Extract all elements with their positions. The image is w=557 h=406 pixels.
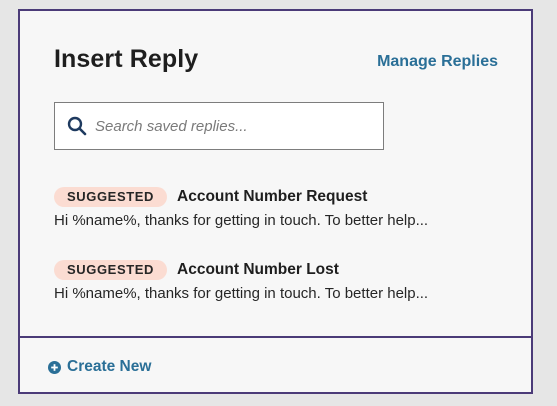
create-new-button[interactable]: Create New: [48, 358, 151, 376]
search-icon: [65, 114, 89, 138]
reply-header: SUGGESTED Account Number Lost: [54, 260, 428, 280]
search-box[interactable]: [54, 102, 384, 150]
panel-footer: Create New: [20, 336, 531, 392]
manage-replies-link[interactable]: Manage Replies: [377, 53, 498, 71]
search-input[interactable]: [95, 117, 365, 135]
reply-header: SUGGESTED Account Number Request: [54, 187, 428, 207]
reply-preview: Hi %name%, thanks for getting in touch. …: [54, 212, 429, 229]
plus-circle-icon: [48, 360, 61, 374]
reply-item-account-number-request[interactable]: SUGGESTED Account Number Request Hi %nam…: [54, 187, 428, 229]
create-new-label: Create New: [67, 358, 152, 375]
panel-title: Insert Reply: [54, 45, 199, 73]
reply-title: Account Number Lost: [177, 261, 339, 278]
suggested-badge: SUGGESTED: [54, 260, 168, 280]
reply-item-account-number-lost[interactable]: SUGGESTED Account Number Lost Hi %name%,…: [54, 260, 428, 302]
reply-title: Account Number Request: [177, 188, 368, 205]
insert-reply-panel: Insert Reply Manage Replies SUGGESTED Ac…: [18, 9, 533, 394]
suggested-badge: SUGGESTED: [54, 187, 168, 207]
reply-preview: Hi %name%, thanks for getting in touch. …: [54, 285, 429, 302]
